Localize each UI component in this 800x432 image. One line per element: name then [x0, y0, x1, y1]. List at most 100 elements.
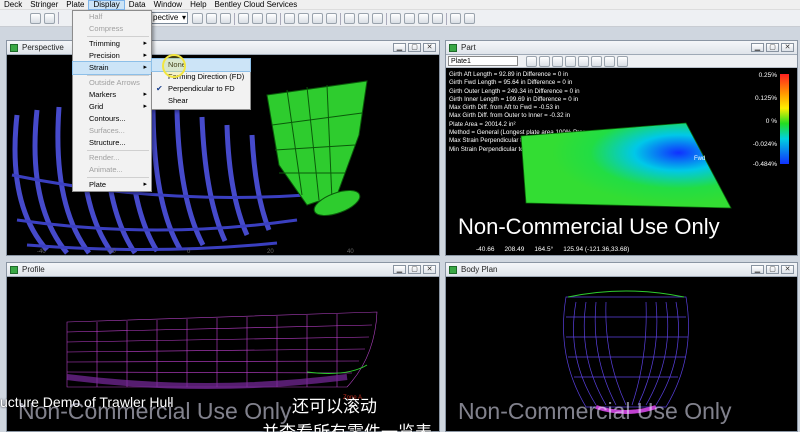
profile-titlebar[interactable]: Profile ▁ ▢ ✕ — [7, 263, 439, 277]
menu-item-structure[interactable]: Structure... — [73, 137, 151, 149]
copy-icon[interactable] — [418, 13, 429, 24]
menu-item-label: Plate — [89, 180, 107, 189]
maximize-button[interactable]: ▢ — [408, 265, 421, 274]
part-tool-icon[interactable] — [578, 56, 589, 67]
measure-icon[interactable] — [252, 13, 263, 24]
part-tool-icon[interactable] — [565, 56, 576, 67]
rotate-icon[interactable] — [220, 13, 231, 24]
forward-arrow-icon[interactable] — [44, 12, 55, 24]
close-button[interactable]: ✕ — [781, 43, 794, 52]
body-plan-titlebar[interactable]: Body Plan ▁ ▢ ✕ — [446, 263, 797, 277]
pan-icon[interactable] — [206, 13, 217, 24]
redo-icon[interactable] — [404, 13, 415, 24]
menu-item-outside-arrows[interactable]: Outside Arrows — [73, 77, 151, 89]
plate-select[interactable]: Plate1 — [448, 56, 518, 66]
menu-bar: Deck Stringer Plate Display Data Window … — [0, 0, 800, 10]
menu-data[interactable]: Data — [125, 0, 150, 10]
tile-icon[interactable] — [450, 13, 461, 24]
menu-item-animate[interactable]: Animate... — [73, 164, 151, 176]
wireframe-icon[interactable] — [372, 13, 383, 24]
menu-stringer[interactable]: Stringer — [26, 0, 62, 10]
menu-item-label: Markers — [89, 90, 117, 99]
info-line: Plate Area = 20014.2 in² — [449, 120, 516, 128]
menu-window[interactable]: Window — [150, 0, 186, 10]
part-info-text: Girth Aft Length = 92.89 in Difference =… — [449, 71, 652, 154]
strain-color-scale — [780, 74, 789, 164]
menu-separator — [87, 177, 149, 178]
part-tool-icon[interactable] — [617, 56, 628, 67]
part-tool-icon[interactable] — [526, 56, 537, 67]
minimize-button[interactable]: ▁ — [393, 265, 406, 274]
menu-item-half[interactable]: Half — [73, 11, 151, 23]
part-tool-icon[interactable] — [591, 56, 602, 67]
menu-plate[interactable]: Plate — [62, 0, 88, 10]
menu-item-label: Half — [89, 12, 103, 21]
menu-item-precision[interactable]: Precision ▸ — [73, 50, 151, 62]
undo-icon[interactable] — [390, 13, 401, 24]
menu-item-grid[interactable]: Grid ▸ — [73, 101, 151, 113]
menu-bentley-cloud[interactable]: Bentley Cloud Services — [211, 0, 302, 10]
back-arrow-icon[interactable] — [30, 12, 41, 24]
view-top-icon[interactable] — [284, 13, 295, 24]
menu-separator — [87, 75, 149, 76]
menu-item-trimming[interactable]: Trimming ▸ — [73, 38, 151, 50]
profile-title: Profile — [22, 265, 45, 274]
part-tool-icon[interactable] — [604, 56, 615, 67]
part-canvas[interactable]: Girth Aft Length = 92.89 in Difference =… — [446, 68, 797, 255]
render-icon[interactable] — [344, 13, 355, 24]
select-icon[interactable] — [238, 13, 249, 24]
menu-display[interactable]: Display — [88, 0, 125, 10]
cascade-icon[interactable] — [464, 13, 475, 24]
info-line: Max Girth Diff. from Outer to Inner = -0… — [449, 112, 571, 120]
menu-help[interactable]: Help — [186, 0, 210, 10]
view-iso-icon[interactable] — [326, 13, 337, 24]
menu-item-render[interactable]: Render... — [73, 152, 151, 164]
submenu-arrow-icon: ▸ — [143, 103, 147, 110]
submenu-arrow-icon: ▸ — [143, 40, 147, 47]
grid-icon[interactable] — [266, 13, 277, 24]
window-icon — [10, 43, 18, 52]
maximize-button[interactable]: ▢ — [766, 265, 779, 274]
view-front-icon[interactable] — [312, 13, 323, 24]
menu-item-label: Contours... — [89, 114, 126, 123]
menu-item-contours[interactable]: Contours... — [73, 113, 151, 125]
menu-item-compress[interactable]: Compress — [73, 23, 151, 35]
submenu-arrow-icon: ▸ — [143, 91, 147, 98]
minimize-button[interactable]: ▁ — [751, 265, 764, 274]
info-line: Method = General (Longest plate area 100… — [449, 129, 653, 137]
submenu-item-shear[interactable]: Shear — [152, 95, 250, 107]
window-icon — [10, 265, 18, 274]
info-line: Girth Inner Length = 199.69 in Differenc… — [449, 95, 579, 103]
menu-separator — [87, 150, 149, 151]
svg-text:40: 40 — [347, 249, 354, 255]
maximize-button[interactable]: ▢ — [408, 43, 421, 52]
menu-item-label: Precision — [89, 51, 120, 60]
part-tool-icon[interactable] — [552, 56, 563, 67]
close-button[interactable]: ✕ — [423, 265, 436, 274]
minimize-button[interactable]: ▁ — [393, 43, 406, 52]
shade-icon[interactable] — [358, 13, 369, 24]
maximize-button[interactable]: ▢ — [766, 43, 779, 52]
menu-separator — [87, 36, 149, 37]
submenu-item-perpendicular[interactable]: ✔ Perpendicular to FD — [152, 83, 250, 95]
scale-label: 0 % — [765, 118, 777, 125]
info-line: Max Strain Perpendicular to Forming Dire… — [449, 137, 592, 145]
part-tool-icon[interactable] — [539, 56, 550, 67]
view-side-icon[interactable] — [298, 13, 309, 24]
zoom-icon[interactable] — [192, 13, 203, 24]
view-combo[interactable]: pective — [150, 12, 188, 24]
menu-item-markers[interactable]: Markers ▸ — [73, 89, 151, 101]
close-button[interactable]: ✕ — [781, 265, 794, 274]
close-button[interactable]: ✕ — [423, 43, 436, 52]
part-titlebar[interactable]: Part ▁ ▢ ✕ — [446, 41, 797, 55]
menu-item-surfaces[interactable]: Surfaces... — [73, 125, 151, 137]
paste-icon[interactable] — [432, 13, 443, 24]
minimize-button[interactable]: ▁ — [751, 43, 764, 52]
svg-text:-20: -20 — [107, 249, 116, 255]
menu-item-label: Outside Arrows — [89, 78, 140, 87]
menu-item-strain[interactable]: Strain ▸ — [72, 61, 152, 75]
menu-item-plate[interactable]: Plate ▸ — [73, 179, 151, 191]
toolbar-separator — [234, 12, 235, 25]
menu-deck[interactable]: Deck — [0, 0, 26, 10]
menu-item-label: Grid — [89, 102, 104, 111]
